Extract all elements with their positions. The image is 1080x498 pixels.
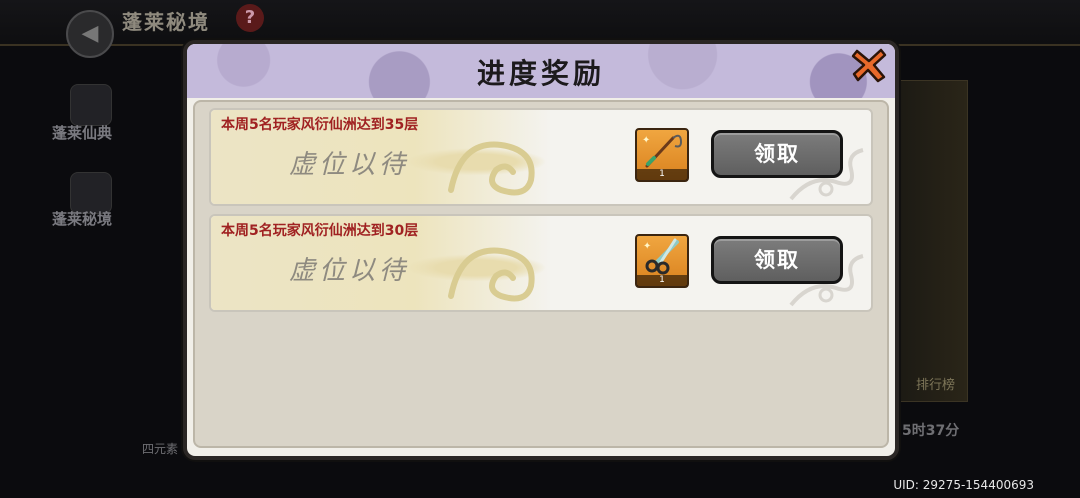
user-id-label: UID: 29275-154400693: [893, 478, 1034, 492]
scene-title: 蓬莱秘境: [122, 10, 210, 34]
svg-text:✦: ✦: [643, 241, 651, 252]
reward-condition: 本周5名玩家风衍仙洲达到30层: [221, 223, 419, 239]
side-item-realm[interactable]: 蓬莱秘境: [52, 208, 112, 229]
scissors-icon: ✦: [643, 238, 679, 275]
close-x-icon: [851, 48, 887, 83]
item-count: 1: [637, 169, 687, 180]
item-count: 1: [637, 275, 687, 286]
help-button[interactable]: ?: [236, 4, 264, 32]
close-button[interactable]: [851, 47, 887, 83]
wave-ornament-icon: [448, 141, 535, 196]
vacant-placeholder: 虚位以待: [289, 256, 410, 286]
back-icon: ◀: [81, 21, 99, 46]
claim-button[interactable]: 领取: [711, 236, 843, 284]
countdown-timer: 5时37分: [902, 423, 960, 439]
claim-button[interactable]: 领取: [711, 130, 843, 178]
reward-condition: 本周5名玩家风衍仙洲达到35层: [221, 117, 419, 133]
reward-row: 本周5名玩家风衍仙洲达到30层 虚位以待 ✦ 1 领取: [209, 214, 873, 312]
side-item-codex[interactable]: 蓬莱仙典: [52, 122, 112, 143]
reward-row: 本周5名玩家风衍仙洲达到35层 虚位以待 ✦ 1 领取: [209, 108, 873, 206]
dialog-title: 进度奖励: [476, 57, 605, 90]
back-button[interactable]: ◀: [66, 10, 114, 58]
ranking-panel[interactable]: [898, 80, 968, 402]
dialog-body: 进度奖励 本周5名玩家风衍仙洲达到35层 虚位以待 ✦ 1 领取 本周5名玩家风…: [187, 44, 895, 456]
dialog-header: 进度奖励: [187, 44, 895, 98]
reward-item-slot[interactable]: ✦ 1: [635, 128, 689, 182]
wave-ornament-icon: [448, 247, 535, 302]
codex-icon[interactable]: [70, 84, 112, 126]
fishing-rod-icon: ✦: [642, 134, 683, 168]
progress-reward-dialog: 进度奖励 本周5名玩家风衍仙洲达到35层 虚位以待 ✦ 1 领取 本周5名玩家风…: [183, 40, 899, 460]
reward-item-slot[interactable]: ✦ 1: [635, 234, 689, 288]
vacant-placeholder: 虚位以待: [289, 150, 410, 180]
ranking-label[interactable]: 排行榜: [916, 374, 955, 393]
svg-text:✦: ✦: [642, 135, 650, 146]
reward-list: 本周5名玩家风衍仙洲达到35层 虚位以待 ✦ 1 领取 本周5名玩家风衍仙洲达到…: [193, 100, 889, 448]
element-label[interactable]: 四元素: [142, 440, 178, 457]
